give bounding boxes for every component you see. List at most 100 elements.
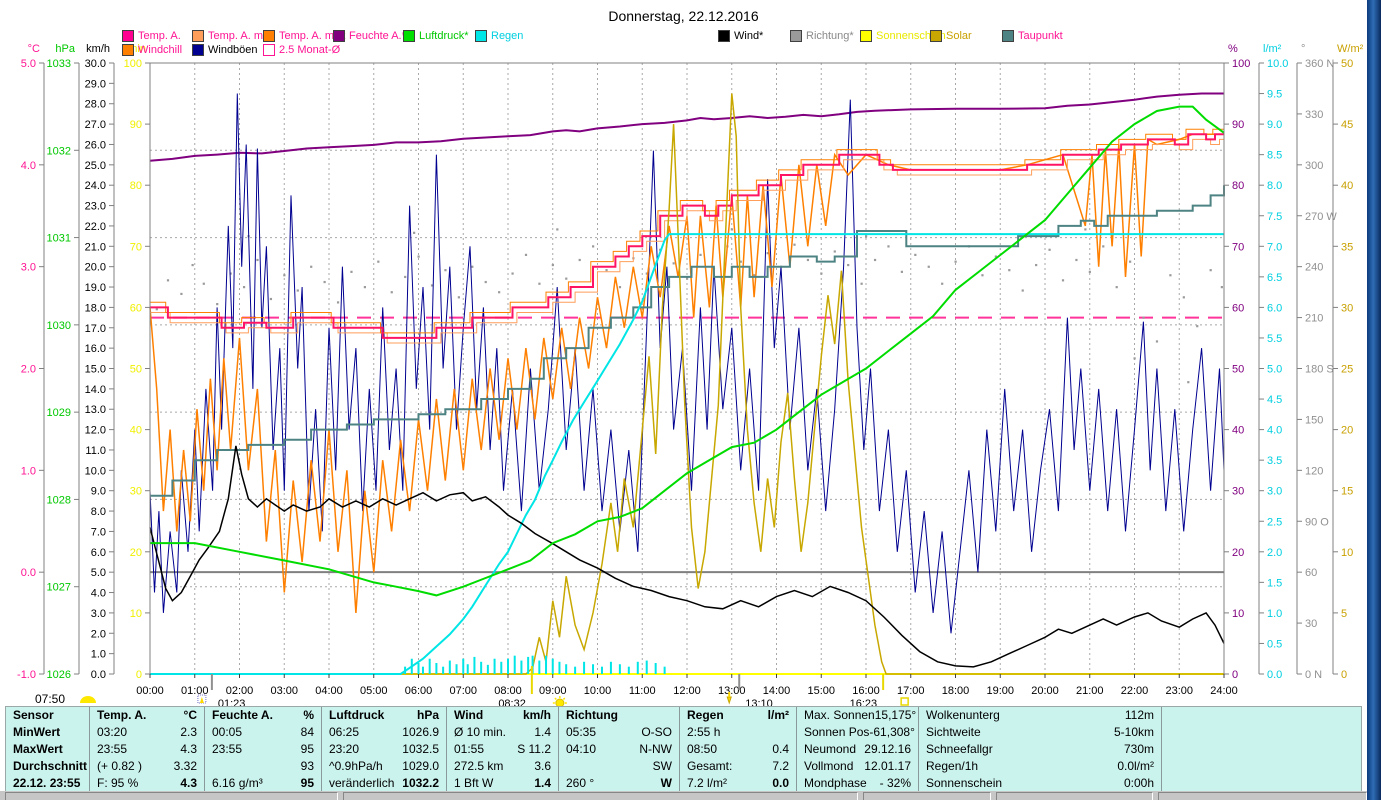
direction-dot — [865, 235, 868, 238]
table-row: Sonnenschein 0:00h — [919, 774, 1161, 791]
axis-tick-label: 30 — [1232, 486, 1244, 498]
axis-tick-label: 1028 — [47, 494, 71, 506]
axis-tick-label: 22.0 — [85, 221, 106, 233]
table-row: 06:25 1026.9 — [322, 724, 446, 741]
axis-tick-label: 30 — [1341, 302, 1353, 314]
legend-item: Luftdruck* — [403, 30, 469, 42]
axis-: 0102030405060708090100% — [1223, 43, 1250, 681]
axis-tick-label: 10.0 — [1267, 58, 1288, 70]
table-cell: % — [303, 708, 314, 723]
axis-tick-label: 70 — [130, 241, 142, 253]
table-col-richtung: Richtung 05:35 O-SO 04:10 N-NW SW 260 ° W — [558, 707, 679, 792]
axis-tick-label: 2.5 — [1267, 516, 1282, 528]
legend-item: Windböen — [192, 44, 258, 56]
direction-dot — [927, 265, 930, 268]
axis-tick-label: 2.0 — [21, 364, 36, 376]
axis-tick-label: 0.5 — [1267, 638, 1282, 650]
table-row: Gesamt: 7.2 — [680, 757, 796, 774]
axis-tick-label: 12.0 — [85, 425, 106, 437]
table-cell: 29.12.16 — [864, 741, 911, 756]
axis-tick-label: 11.0 — [85, 445, 106, 457]
table-cell: 22.12. 23:55 — [13, 775, 81, 790]
table-row: 05:35 O-SO — [559, 724, 679, 741]
table-cell: S 11.2 — [517, 741, 551, 756]
axis-tick-label: 29.0 — [85, 78, 106, 90]
x-tick-label: 03:00 — [270, 685, 298, 697]
axis-tick-label: 8.0 — [91, 506, 106, 518]
sun-ray — [562, 697, 566, 700]
axis-tick-label: 10 — [1232, 608, 1244, 620]
x-tick-label: 16:00 — [852, 685, 880, 697]
table-cell: km/h — [522, 708, 551, 723]
table-cell: Durchschnitt — [13, 758, 88, 773]
direction-dot — [390, 291, 393, 294]
direction-dot — [413, 231, 416, 234]
axis-tick-label: 14.0 — [85, 384, 106, 396]
legend-label: Temp. A. — [138, 30, 181, 42]
legend-swatch-icon — [122, 44, 134, 56]
direction-dot — [1187, 381, 1190, 384]
direction-dot — [202, 282, 205, 285]
legend-label: Solar — [946, 30, 972, 42]
direction-dot — [941, 282, 944, 285]
table-col-luftdruck: Luftdruck hPa 06:25 1026.9 23:20 1032.5 ^0.9hP… — [321, 707, 446, 792]
axis-tick-label: 6.0 — [1267, 302, 1282, 314]
table-row: 00:05 84 — [205, 724, 321, 741]
legend-item: Richtung* — [790, 30, 854, 42]
table-col-info-1: Wolkenunterg 112m Sichtweite 5-10km Schneefa… — [918, 707, 1161, 792]
x-tick-label: 15:00 — [807, 685, 835, 697]
direction-dot — [524, 253, 528, 256]
axis-tick-label: 0 — [1232, 669, 1238, 681]
legend-swatch-icon — [403, 30, 415, 42]
axis-tick-label: 360 N — [1305, 58, 1334, 70]
direction-dot — [954, 260, 957, 263]
axis-lm: 0.0 0.5 1.0 1.5 2.0 2.5 3.0 3.5 4.0 4.5 5.0 5.5 6.0 6… — [1258, 43, 1288, 681]
axis-tick-label: 4.0 — [91, 588, 106, 600]
axis-tick-label: 45 — [1341, 119, 1353, 131]
axis-tick-label: 120 — [1305, 465, 1323, 477]
table-cell: 1.4 — [534, 725, 551, 740]
direction-dot — [618, 286, 622, 289]
table-row: 260 ° W — [559, 774, 679, 791]
direction-dot — [310, 265, 313, 268]
table-row: 1 Bft W 1.4 — [447, 774, 558, 791]
legend-swatch-icon — [930, 30, 942, 42]
axis-tick-label: 5.0 — [91, 567, 106, 579]
axis-tick-label: 70 — [1232, 241, 1244, 253]
axis-tick-label: -1.0 — [17, 669, 36, 681]
table-row: Temp. A. °C — [90, 707, 204, 724]
axis-tick-label: 330 — [1305, 109, 1323, 121]
direction-dot — [1220, 286, 1223, 289]
direction-dot — [1209, 269, 1212, 272]
axis-tick-label: 30.0 — [85, 58, 106, 70]
x-tick-label: 17:00 — [897, 685, 925, 697]
axis-tick-label: 40 — [1341, 180, 1353, 192]
axis-tick-label: 2.0 — [91, 628, 106, 640]
table-row: 93 — [205, 757, 321, 774]
legend-item: Regen — [475, 30, 523, 42]
axis-tick-label: 25.0 — [85, 160, 106, 172]
direction-dot — [242, 286, 246, 289]
axis-tick-label: 0 N — [1305, 669, 1322, 681]
legend-swatch-icon — [718, 30, 730, 42]
axis-tick-label: 6.5 — [1267, 272, 1282, 284]
direction-dot — [578, 258, 581, 262]
x-tick-label: 22:00 — [1121, 685, 1149, 697]
table-cell: 7.2 l/m² — [687, 775, 728, 790]
axis-tick-label: 50 — [1341, 58, 1353, 70]
axis-tick-label: 100 — [124, 58, 142, 70]
direction-dot — [1035, 263, 1038, 267]
axis-tick-label: 7.0 — [1267, 241, 1282, 253]
table-row: Luftdruck hPa — [322, 707, 446, 724]
direction-dot — [180, 292, 183, 296]
legend-item: Temp. A. — [122, 30, 181, 42]
x-tick-label: 18:00 — [942, 685, 970, 697]
direction-dot — [1075, 258, 1078, 262]
direction-dot — [914, 253, 917, 256]
table-col-wind: Wind km/h Ø 10 min. 1.4 01:55 S 11.2 272.5 km 3… — [446, 707, 558, 792]
legend-item: Wind* — [718, 30, 763, 42]
table-cell: 2.3 — [180, 725, 197, 740]
table-cell: 23:55 — [212, 741, 243, 756]
table-cell: 3.6 — [534, 758, 551, 773]
table-row: 23:55 95 — [205, 741, 321, 758]
